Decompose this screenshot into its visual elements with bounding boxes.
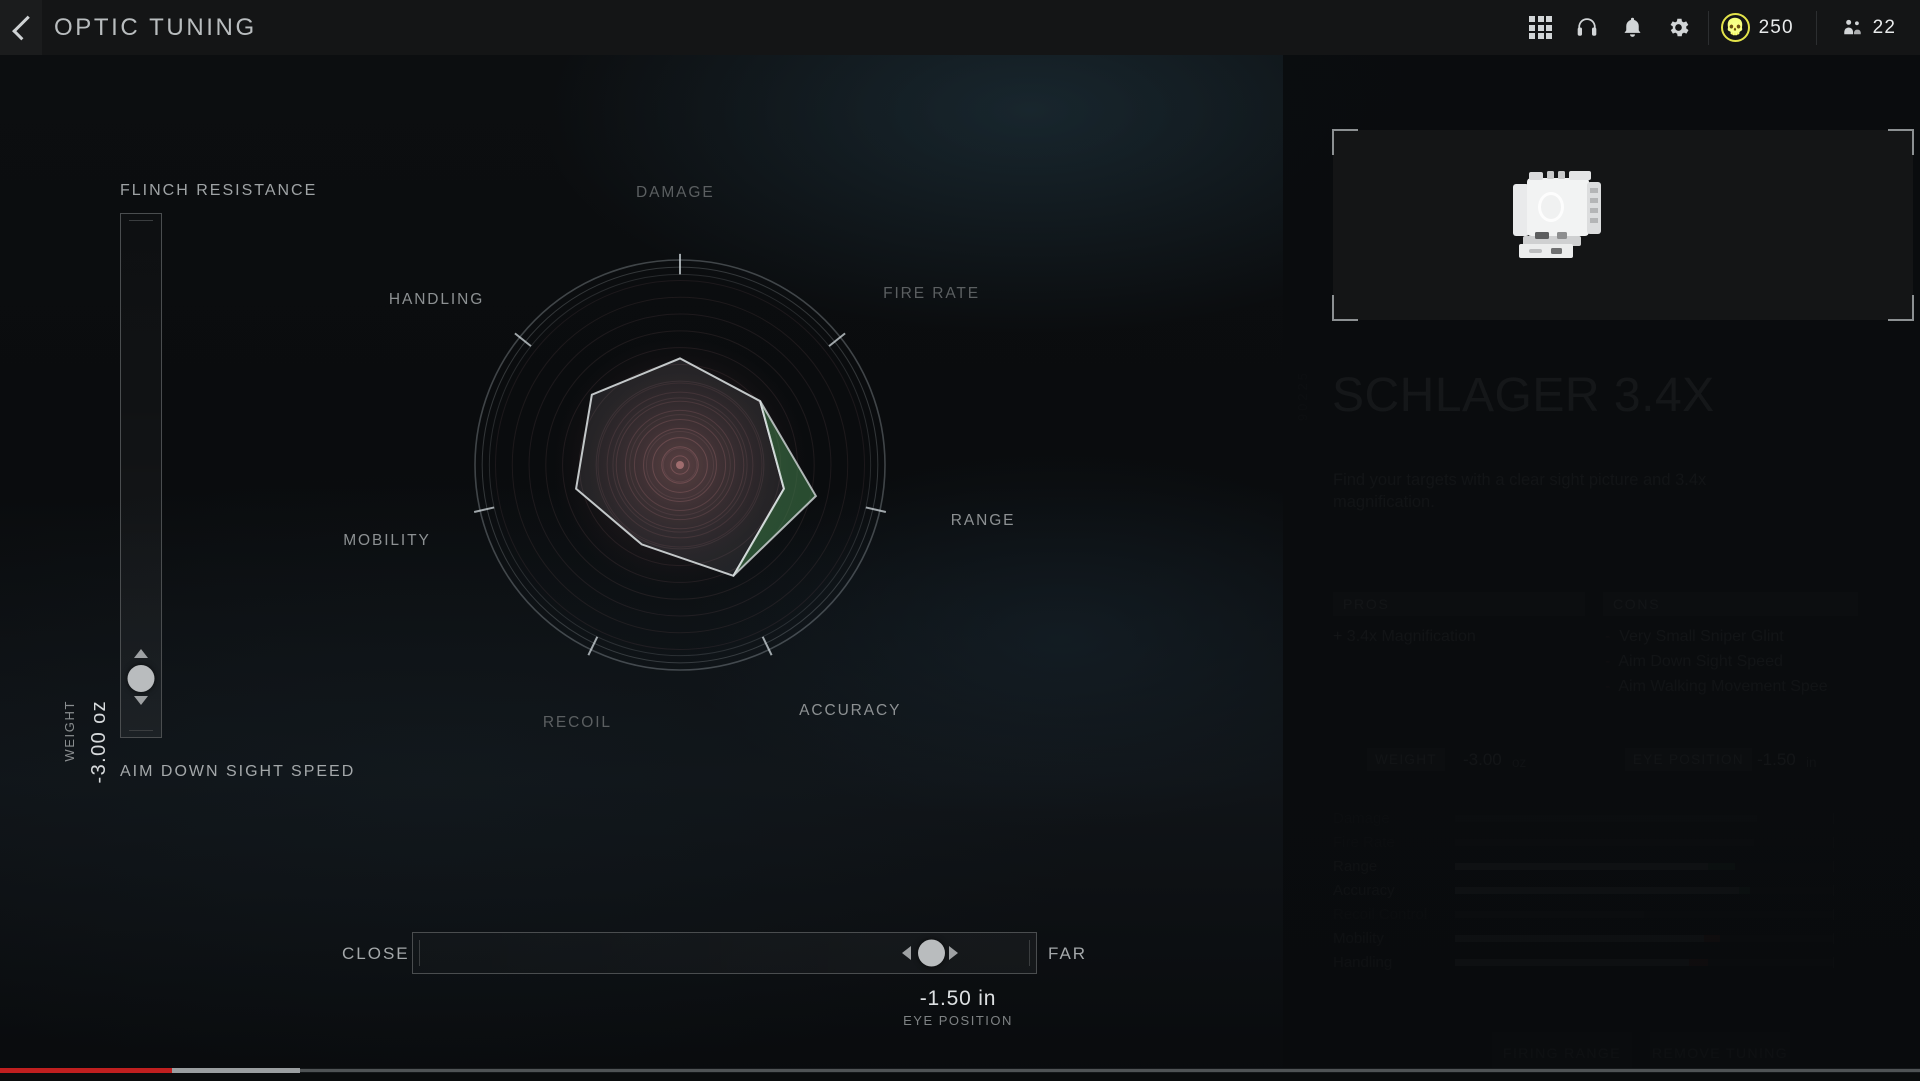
currency-display[interactable]: 💀 250 xyxy=(1715,13,1810,42)
headphones-icon[interactable] xyxy=(1564,0,1610,55)
grid-icon[interactable] xyxy=(1518,0,1564,55)
players-count: 22 xyxy=(1872,16,1896,38)
eye-position-stat-name: EYE POSITION xyxy=(903,1013,1013,1028)
bottom-strip xyxy=(0,1073,1920,1081)
radar-label-accuracy: ACCURACY xyxy=(799,701,902,719)
aim-down-sight-speed-label: AIM DOWN SIGHT SPEED xyxy=(120,763,356,780)
chevron-left-icon xyxy=(11,15,37,40)
skull-badge-icon: 💀 xyxy=(1720,13,1750,42)
optic-scope-icon xyxy=(1513,171,1601,258)
horizontal-slider-handle[interactable] xyxy=(918,939,945,967)
weight-vertical-slider[interactable] xyxy=(120,213,162,738)
corner-bracket-br xyxy=(1888,295,1914,321)
slider-left-arrow-icon xyxy=(902,946,911,960)
currency-value: 250 xyxy=(1758,16,1794,38)
weight-value: -3.00 oz xyxy=(88,700,110,784)
weight-stat-name: WEIGHT xyxy=(62,700,77,762)
flinch-resistance-label: FLINCH RESISTANCE xyxy=(120,182,318,199)
corner-bracket-bl xyxy=(1332,295,1358,321)
radar-svg xyxy=(473,253,887,671)
players-online[interactable]: 22 xyxy=(1823,16,1906,39)
eye-position-horizontal-slider[interactable] xyxy=(412,932,1037,974)
gear-icon[interactable] xyxy=(1656,0,1702,55)
corner-bracket-tl xyxy=(1332,129,1358,155)
eye-position-value: -1.50 in xyxy=(919,987,997,1010)
weapon-stat-radar-chart xyxy=(430,215,930,715)
attachment-detail-panel xyxy=(1283,0,1920,1081)
radar-label-range: RANGE xyxy=(950,511,1016,529)
top-header-bar: OPTIC TUNING 💀 250 22 xyxy=(0,0,1920,55)
players-icon xyxy=(1843,19,1861,35)
optic-tuning-screen: OPTIC TUNING 💀 250 22 DAMAGE FIRE RATE R… xyxy=(0,0,1920,1081)
corner-bracket-tr xyxy=(1888,129,1914,155)
vertical-slider-track[interactable] xyxy=(120,213,162,738)
page-title: OPTIC TUNING xyxy=(54,13,257,41)
radar-label-mobility: MOBILITY xyxy=(343,531,431,549)
radar-label-recoil: RECOIL xyxy=(542,713,612,731)
vertical-slider-handle[interactable] xyxy=(127,665,155,692)
radar-label-handling: HANDLING xyxy=(388,290,485,308)
header-actions: 💀 250 22 xyxy=(1518,0,1920,55)
attachment-preview-box xyxy=(1332,129,1914,321)
header-divider-2 xyxy=(1815,10,1817,45)
slider-close-label: CLOSE xyxy=(342,944,410,963)
bell-icon[interactable] xyxy=(1610,0,1656,55)
radar-label-damage: DAMAGE xyxy=(636,184,715,201)
slider-right-arrow-icon xyxy=(949,946,958,960)
slider-down-arrow-icon xyxy=(134,696,148,705)
slider-far-label: FAR xyxy=(1048,944,1088,963)
header-divider xyxy=(1707,10,1709,45)
progress-segment-track xyxy=(300,1069,1920,1072)
slider-up-arrow-icon xyxy=(134,649,148,658)
back-button[interactable] xyxy=(0,0,42,55)
radar-label-fire-rate: FIRE RATE xyxy=(883,284,981,302)
